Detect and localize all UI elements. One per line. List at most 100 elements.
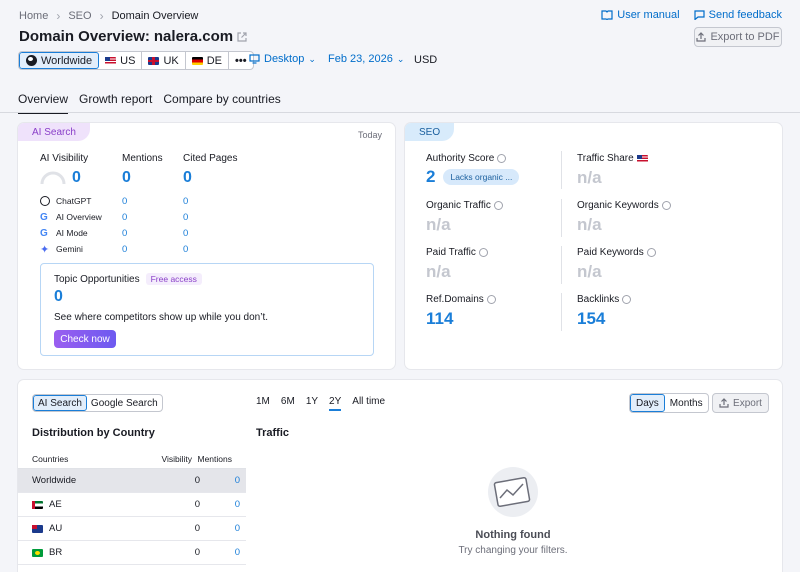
visibility-cell: 0 — [194, 499, 200, 510]
db-uk[interactable]: UK — [142, 52, 186, 69]
distribution-title: Distribution by Country — [32, 427, 155, 439]
au-flag-icon — [32, 524, 43, 533]
user-manual-label: User manual — [617, 9, 680, 21]
toggle-days[interactable]: Days — [630, 394, 665, 412]
export-label: Export — [733, 397, 762, 409]
toggle-google-search[interactable]: Google Search — [87, 395, 162, 411]
organic-traffic-text: Organic Traffic — [426, 200, 491, 211]
info-icon[interactable] — [493, 201, 503, 210]
chevron-right-icon: › — [99, 9, 104, 23]
period-6m[interactable]: 6M — [281, 396, 295, 411]
tab-growth-report[interactable]: Growth report — [79, 92, 152, 114]
gemini-icon: ✦ — [40, 243, 50, 256]
ref-domains-value[interactable]: 114 — [426, 309, 453, 329]
row-gemini-cited[interactable]: 0 — [183, 244, 188, 255]
authority-score-value[interactable]: 2 — [426, 167, 435, 187]
backlinks-value[interactable]: 154 — [577, 309, 605, 329]
page-title-prefix: Domain Overview: — [19, 28, 150, 45]
device-dropdown[interactable]: Desktop ⌄ — [249, 53, 316, 65]
db-us[interactable]: US — [99, 52, 143, 69]
breadcrumb-current: Domain Overview — [111, 10, 199, 22]
period-1m[interactable]: 1M — [256, 396, 270, 411]
export-pdf-button[interactable]: Export to PDF — [694, 27, 782, 47]
breadcrumb-seo[interactable]: SEO — [68, 10, 91, 22]
organic-keywords-text: Organic Keywords — [577, 200, 659, 211]
database-selector: Worldwide US UK DE ••• — [18, 51, 254, 70]
period-1y[interactable]: 1Y — [306, 396, 318, 411]
row-chatgpt-mentions[interactable]: 0 — [122, 196, 183, 207]
db-worldwide-label: Worldwide — [41, 54, 93, 67]
granularity-toggle: Days Months — [629, 393, 709, 413]
search-type-toggle: AI Search Google Search — [32, 394, 163, 412]
more-icon: ••• — [235, 54, 247, 67]
period-selector: 1M 6M 1Y 2Y All time — [256, 396, 385, 411]
traffic-share-label: Traffic Share — [577, 153, 648, 164]
ai-visibility-value[interactable]: 0 — [72, 169, 81, 187]
info-icon[interactable] — [497, 154, 507, 163]
period-all-time[interactable]: All time — [352, 396, 385, 411]
toggle-months[interactable]: Months — [665, 394, 708, 412]
header-countries: Countries — [32, 454, 69, 464]
book-icon — [601, 10, 613, 20]
info-icon[interactable] — [622, 295, 632, 304]
country-name: BR — [49, 547, 63, 558]
visibility-gauge-icon — [40, 171, 66, 185]
uk-flag-icon — [148, 56, 160, 65]
table-row[interactable]: AE 0 0 — [18, 493, 246, 517]
table-row[interactable]: AU 0 0 — [18, 517, 246, 541]
table-row[interactable]: Worldwide 0 0 — [18, 469, 246, 493]
user-manual-link[interactable]: User manual — [601, 9, 680, 21]
external-link-icon[interactable] — [237, 31, 247, 42]
country-name: AU — [49, 523, 63, 534]
backlinks-label: Backlinks — [577, 294, 632, 305]
date-dropdown[interactable]: Feb 23, 2026 ⌄ — [328, 53, 404, 65]
cited-pages-value[interactable]: 0 — [183, 169, 192, 187]
desktop-icon — [249, 54, 260, 64]
lacks-organic-badge[interactable]: Lacks organic ... — [443, 169, 520, 185]
breadcrumb-home[interactable]: Home — [19, 10, 48, 22]
period-2y[interactable]: 2Y — [329, 396, 342, 411]
row-ai-overview-cited[interactable]: 0 — [183, 212, 188, 223]
info-icon[interactable] — [486, 295, 496, 304]
mentions-cell[interactable]: 0 — [200, 499, 240, 510]
db-worldwide[interactable]: Worldwide — [19, 52, 100, 69]
paid-traffic-text: Paid Traffic — [426, 247, 476, 258]
send-feedback-label: Send feedback — [708, 9, 782, 21]
row-ai-mode-label: AI Mode — [56, 228, 88, 238]
google-icon: G — [40, 227, 48, 239]
visibility-cell: 0 — [194, 475, 200, 486]
info-icon[interactable] — [661, 201, 671, 210]
chevron-down-icon: ⌄ — [396, 53, 405, 64]
br-flag-icon — [32, 548, 43, 557]
google-icon: G — [40, 211, 48, 223]
backlinks-text: Backlinks — [577, 294, 620, 305]
tab-overview[interactable]: Overview — [18, 92, 69, 114]
info-icon[interactable] — [646, 248, 656, 257]
check-now-button[interactable]: Check now — [54, 330, 116, 348]
db-de-label: DE — [206, 54, 222, 67]
mentions-cell[interactable]: 0 — [200, 547, 240, 558]
send-feedback-link[interactable]: Send feedback — [694, 9, 782, 21]
paid-keywords-value: n/a — [577, 262, 602, 281]
empty-state-description: Try changing your filters. — [458, 545, 568, 556]
country-name: Worldwide — [32, 475, 77, 486]
mentions-value[interactable]: 0 — [122, 169, 131, 187]
row-ai-mode-mentions[interactable]: 0 — [122, 228, 183, 239]
toggle-ai-search[interactable]: AI Search — [33, 395, 87, 411]
table-row[interactable]: BR 0 0 — [18, 541, 246, 565]
row-chatgpt-cited[interactable]: 0 — [183, 196, 188, 207]
row-ai-overview-mentions[interactable]: 0 — [122, 212, 183, 223]
row-ai-mode-cited[interactable]: 0 — [183, 228, 188, 239]
mentions-cell[interactable]: 0 — [200, 523, 240, 534]
traffic-share-value: n/a — [577, 168, 602, 187]
mentions-cell[interactable]: 0 — [200, 475, 240, 486]
row-gemini-mentions[interactable]: 0 — [122, 244, 183, 255]
db-de[interactable]: DE — [186, 52, 229, 69]
topic-value[interactable]: 0 — [54, 288, 63, 306]
export-button[interactable]: Export — [712, 393, 769, 413]
distribution-card: AI Search Google Search 1M 6M 1Y 2Y All … — [18, 380, 782, 572]
domain-name[interactable]: nalera.com — [154, 28, 233, 45]
tab-compare-by-countries[interactable]: Compare by countries — [163, 92, 280, 114]
info-icon[interactable] — [478, 248, 488, 257]
us-flag-icon — [636, 154, 648, 163]
